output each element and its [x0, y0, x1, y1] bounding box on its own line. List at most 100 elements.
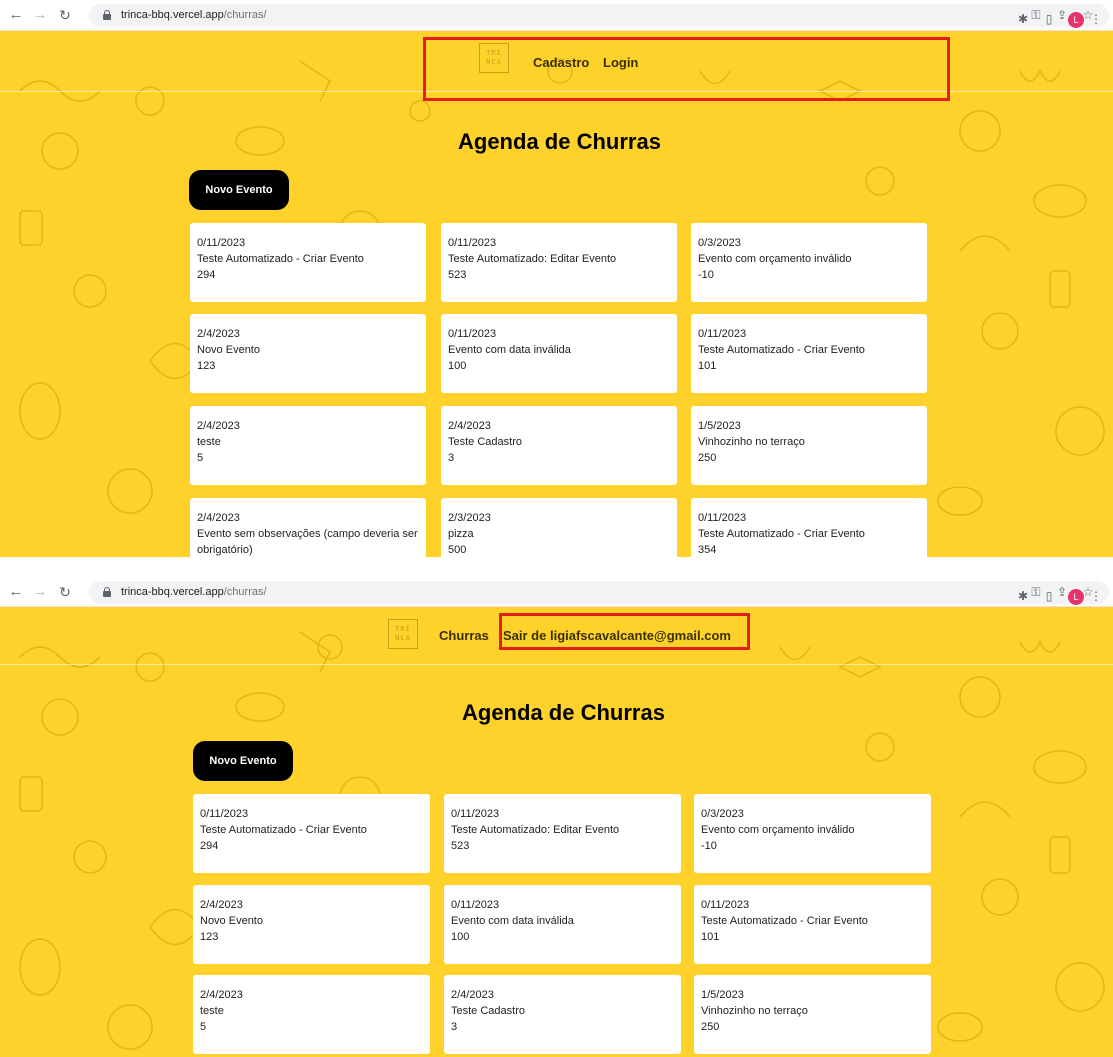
event-value: 523 — [451, 840, 470, 852]
event-name: Novo Evento — [200, 915, 263, 927]
event-name: Evento com orçamento inválido — [701, 824, 855, 836]
event-date: 0/11/2023 — [698, 512, 747, 524]
event-date: 2/4/2023 — [197, 328, 240, 340]
extensions-icon[interactable]: ✱ — [1010, 8, 1036, 31]
event-value: 101 — [698, 360, 717, 372]
event-date: 0/11/2023 — [701, 899, 750, 911]
event-name: Teste Cadastro — [451, 1005, 525, 1017]
event-date: 0/11/2023 — [200, 808, 249, 820]
url-text[interactable]: trinca-bbq.vercel.app/churras/ — [121, 581, 267, 604]
event-date: 0/11/2023 — [197, 237, 246, 249]
nav-churras-link[interactable]: Churras — [439, 628, 489, 643]
event-name: Evento com data inválida — [448, 344, 571, 356]
reload-icon[interactable]: ↻ — [55, 582, 75, 602]
event-value: 250 — [698, 452, 717, 464]
event-card[interactable]: 0/11/2023 Teste Automatizado: Editar Even… — [441, 223, 677, 302]
event-date: 2/4/2023 — [197, 512, 240, 524]
event-date: 2/4/2023 — [451, 989, 494, 1001]
event-name: pizza — [448, 528, 474, 540]
event-value: 500 — [448, 544, 467, 556]
event-name: Teste Automatizado - Criar Evento — [698, 528, 865, 540]
event-name: teste — [197, 436, 221, 448]
event-card[interactable]: 0/11/2023 Teste Automatizado - Criar Even… — [691, 314, 927, 393]
event-card[interactable]: 1/5/2023 Vinhozinho no terraço 250 — [691, 406, 927, 485]
browser-actions: ✱ ▯ L ⋮ — [1010, 585, 1102, 608]
event-date: 0/11/2023 — [448, 237, 497, 249]
event-card[interactable]: 2/4/2023 Evento sem observações (campo de… — [190, 498, 426, 557]
event-date: 0/11/2023 — [451, 899, 500, 911]
event-card[interactable]: 0/11/2023 Teste Automatizado: Editar Even… — [444, 794, 681, 873]
menu-icon[interactable]: ⋮ — [1090, 8, 1102, 31]
event-card[interactable]: 0/11/2023 Teste Automatizado - Criar Even… — [193, 794, 430, 873]
reload-icon[interactable]: ↻ — [55, 5, 75, 25]
highlight-box — [499, 613, 750, 650]
event-name: Teste Automatizado - Criar Evento — [698, 344, 865, 356]
event-card[interactable]: 0/11/2023 Evento com data inválida 100 — [444, 885, 681, 964]
event-date: 0/3/2023 — [701, 808, 744, 820]
screenshot-separator — [0, 557, 1113, 578]
event-card[interactable]: 2/4/2023 teste 5 — [190, 406, 426, 485]
event-value: 5 — [197, 452, 204, 464]
back-arrow-icon[interactable]: ← — [6, 582, 26, 602]
event-value: 5 — [200, 1021, 207, 1033]
side-panel-icon[interactable]: ▯ — [1036, 585, 1062, 608]
address-bar[interactable]: trinca-bbq.vercel.app/churras/ ⚿ ⇪ ☆ — [89, 581, 1109, 604]
event-card[interactable]: 2/4/2023 teste 5 — [193, 975, 430, 1054]
trinca-logo[interactable]: TRI NCA — [388, 619, 418, 649]
lock-icon[interactable] — [103, 10, 111, 20]
event-value: 294 — [197, 269, 216, 281]
event-value: 123 — [200, 931, 219, 943]
url-text[interactable]: trinca-bbq.vercel.app/churras/ — [121, 4, 267, 27]
lock-icon[interactable] — [103, 587, 111, 597]
event-value: 294 — [200, 840, 219, 852]
event-value: 354 — [698, 544, 717, 556]
new-event-button[interactable]: Novo Evento — [193, 741, 293, 781]
event-value: 100 — [451, 931, 470, 943]
event-value: -10 — [698, 269, 714, 281]
page-title: Agenda de Churras — [458, 129, 661, 154]
screenshot-logged-out: ← → ↻ trinca-bbq.vercel.app/churras/ ⚿ ⇪… — [0, 0, 1113, 557]
browser-actions: ✱ ▯ L ⋮ — [1010, 8, 1102, 31]
event-card[interactable]: 2/4/2023 Teste Cadastro 3 — [444, 975, 681, 1054]
event-card[interactable]: 0/11/2023 Teste Automatizado - Criar Even… — [190, 223, 426, 302]
event-card[interactable]: 2/4/2023 Teste Cadastro 3 — [441, 406, 677, 485]
back-arrow-icon[interactable]: ← — [6, 5, 26, 25]
event-card[interactable]: 2/4/2023 Novo Evento 123 — [190, 314, 426, 393]
highlight-box — [423, 37, 950, 101]
event-date: 2/4/2023 — [197, 420, 240, 432]
address-bar[interactable]: trinca-bbq.vercel.app/churras/ ⚿ ⇪ ☆ — [89, 4, 1109, 27]
event-date: 2/3/2023 — [448, 512, 491, 524]
screenshot-logged-in: ← → ↻ trinca-bbq.vercel.app/churras/ ⚿ ⇪… — [0, 578, 1113, 1057]
event-name: Teste Automatizado - Criar Evento — [200, 824, 367, 836]
event-value: 250 — [701, 1021, 720, 1033]
event-name: Teste Automatizado - Criar Evento — [701, 915, 868, 927]
event-card[interactable]: 1/5/2023 Vinhozinho no terraço 250 — [694, 975, 931, 1054]
event-date: 2/4/2023 — [200, 989, 243, 1001]
new-event-button[interactable]: Novo Evento — [189, 170, 289, 210]
avatar[interactable]: L — [1068, 11, 1084, 28]
forward-arrow-icon[interactable]: → — [30, 5, 50, 25]
event-date: 0/11/2023 — [451, 808, 500, 820]
event-card[interactable]: 2/3/2023 pizza 500 — [441, 498, 677, 557]
event-name: Teste Cadastro — [448, 436, 522, 448]
event-card[interactable]: 0/3/2023 Evento com orçamento inválido -10 — [694, 794, 931, 873]
menu-icon[interactable]: ⋮ — [1090, 585, 1102, 608]
extensions-icon[interactable]: ✱ — [1010, 585, 1036, 608]
event-date: 0/3/2023 — [698, 237, 741, 249]
event-card[interactable]: 0/11/2023 Teste Automatizado - Criar Even… — [691, 498, 927, 557]
event-card[interactable]: 0/11/2023 Teste Automatizado - Criar Even… — [694, 885, 931, 964]
browser-toolbar: ← → ↻ trinca-bbq.vercel.app/churras/ ⚿ ⇪… — [0, 0, 1113, 31]
avatar[interactable]: L — [1068, 588, 1084, 605]
event-name: Evento com data inválida — [451, 915, 574, 927]
event-card[interactable]: 2/4/2023 Novo Evento 123 — [193, 885, 430, 964]
forward-arrow-icon[interactable]: → — [30, 582, 50, 602]
event-date: 2/4/2023 — [448, 420, 491, 432]
event-name: Vinhozinho no terraço — [698, 436, 805, 448]
event-name: Evento com orçamento inválido — [698, 253, 852, 265]
event-card[interactable]: 0/11/2023 Evento com data inválida 100 — [441, 314, 677, 393]
event-card[interactable]: 0/3/2023 Evento com orçamento inválido -10 — [691, 223, 927, 302]
page-content: TRI NCA Churras Sair de ligiafscavalcant… — [0, 607, 1113, 1057]
event-value: 123 — [197, 360, 216, 372]
side-panel-icon[interactable]: ▯ — [1036, 8, 1062, 31]
event-name: teste — [200, 1005, 224, 1017]
